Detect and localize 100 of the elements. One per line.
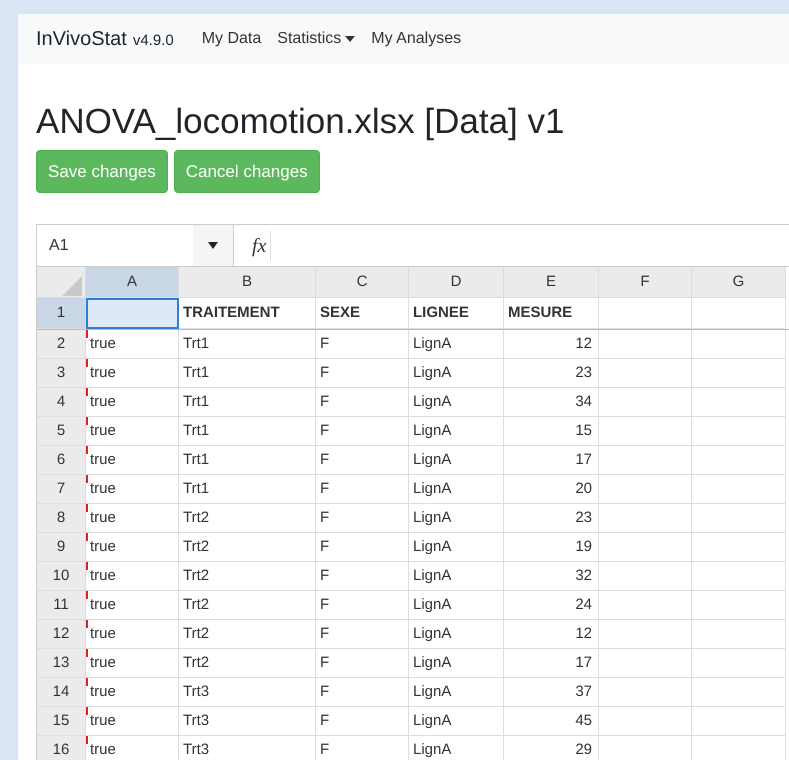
- table-cell: F: [316, 620, 409, 649]
- table-cell: true: [86, 504, 179, 533]
- row-header[interactable]: 16: [37, 736, 86, 760]
- table-cell: F: [316, 446, 409, 475]
- table-cell: LIGNEE: [409, 298, 504, 329]
- row-header[interactable]: 10: [37, 562, 86, 591]
- table-cell: 23: [504, 504, 599, 533]
- row-header[interactable]: 1: [37, 298, 86, 329]
- dropdown-link[interactable]: Statistics: [277, 27, 356, 51]
- table-cell: LignA: [409, 649, 504, 678]
- table-cell: LignA: [409, 388, 504, 417]
- table-cell: F: [316, 562, 409, 591]
- table-cell: 32: [504, 562, 599, 591]
- table-cell: LignA: [409, 620, 504, 649]
- table-cell: 34: [504, 388, 599, 417]
- table-cell: Trt3: [179, 707, 316, 736]
- row-header[interactable]: 2: [37, 330, 86, 359]
- table-cell: LignA: [409, 562, 504, 591]
- table-cell: Trt2: [179, 504, 316, 533]
- row-header[interactable]: 14: [37, 678, 86, 707]
- table-cell: LignA: [409, 591, 504, 620]
- column-header[interactable]: D: [409, 267, 504, 298]
- table-cell: F: [316, 417, 409, 446]
- table-cell: Trt1: [179, 359, 316, 388]
- table-cell: Trt2: [179, 533, 316, 562]
- table-cell: true: [86, 417, 179, 446]
- table-cell: Trt1: [179, 475, 316, 504]
- name-box[interactable]: A1: [37, 225, 234, 266]
- row-header[interactable]: 12: [37, 620, 86, 649]
- row-header[interactable]: 9: [37, 533, 86, 562]
- row-header[interactable]: 4: [37, 388, 86, 417]
- table-cell: Trt1: [179, 446, 316, 475]
- table-cell: F: [316, 707, 409, 736]
- table-cell: F: [316, 475, 409, 504]
- nav-link[interactable]: My Analyses: [371, 27, 462, 51]
- table-cell: 12: [504, 330, 599, 359]
- table-cell: 17: [504, 649, 599, 678]
- formula-bar[interactable]: fx: [234, 225, 789, 266]
- table-cell: 15: [504, 417, 599, 446]
- version-label: v4.9.0: [132, 31, 174, 51]
- row-header[interactable]: 11: [37, 591, 86, 620]
- table-cell: Trt2: [179, 562, 316, 591]
- row-header[interactable]: 3: [37, 359, 86, 388]
- table-cell: true: [86, 620, 179, 649]
- table-cell: TRAITEMENT: [179, 298, 316, 329]
- table-cell: 20: [504, 475, 599, 504]
- table-cell: true: [86, 562, 179, 591]
- table-cell: LignA: [409, 446, 504, 475]
- table-cell: true: [86, 736, 179, 760]
- table-cell: F: [316, 678, 409, 707]
- row-header[interactable]: 7: [37, 475, 86, 504]
- column-header[interactable]: C: [316, 267, 409, 298]
- table-cell: true: [86, 678, 179, 707]
- table-cell: 37: [504, 678, 599, 707]
- table-cell: F: [316, 591, 409, 620]
- table-cell: true: [86, 649, 179, 678]
- table-cell: LignA: [409, 475, 504, 504]
- column-header[interactable]: G: [692, 267, 786, 298]
- table-cell: 23: [504, 359, 599, 388]
- table-cell: F: [316, 330, 409, 359]
- table-cell: true: [86, 330, 179, 359]
- table-cell: SEXE: [316, 298, 409, 329]
- column-header[interactable]: F: [599, 267, 692, 298]
- table-cell: 12: [504, 620, 599, 649]
- table-cell: LignA: [409, 359, 504, 388]
- table-cell: MESURE: [504, 298, 599, 329]
- table-cell: F: [316, 359, 409, 388]
- table-cell: Trt2: [179, 649, 316, 678]
- table-cell: LignA: [409, 707, 504, 736]
- table-cell: F: [316, 533, 409, 562]
- table-cell: true: [86, 388, 179, 417]
- column-header[interactable]: B: [179, 267, 316, 298]
- table-cell: LignA: [409, 533, 504, 562]
- table-cell: Trt3: [179, 678, 316, 707]
- table-cell: Trt1: [179, 417, 316, 446]
- table-cell: Trt1: [179, 330, 316, 359]
- brand-name[interactable]: InVivoStat: [36, 24, 127, 54]
- table-cell: F: [316, 504, 409, 533]
- table-cell: Trt2: [179, 620, 316, 649]
- column-header[interactable]: A: [86, 267, 179, 298]
- row-header[interactable]: 13: [37, 649, 86, 678]
- table-cell: F: [316, 388, 409, 417]
- nav-link[interactable]: My Data: [202, 27, 262, 51]
- row-header[interactable]: 6: [37, 446, 86, 475]
- table-cell: 24: [504, 591, 599, 620]
- row-header[interactable]: 8: [37, 504, 86, 533]
- table-cell: LignA: [409, 504, 504, 533]
- column-header[interactable]: E: [504, 267, 599, 298]
- table-cell: true: [86, 707, 179, 736]
- table-cell: true: [86, 533, 179, 562]
- table-cell: LignA: [409, 678, 504, 707]
- row-header[interactable]: 5: [37, 417, 86, 446]
- page-title: ANOVA_locomotion.xlsx [Data] v1: [36, 101, 566, 143]
- table-cell: F: [316, 649, 409, 678]
- table-cell: 17: [504, 446, 599, 475]
- table-cell: true: [86, 359, 179, 388]
- table-cell: LignA: [409, 417, 504, 446]
- row-header[interactable]: 15: [37, 707, 86, 736]
- table-cell: true: [86, 446, 179, 475]
- table-cell: Trt1: [179, 388, 316, 417]
